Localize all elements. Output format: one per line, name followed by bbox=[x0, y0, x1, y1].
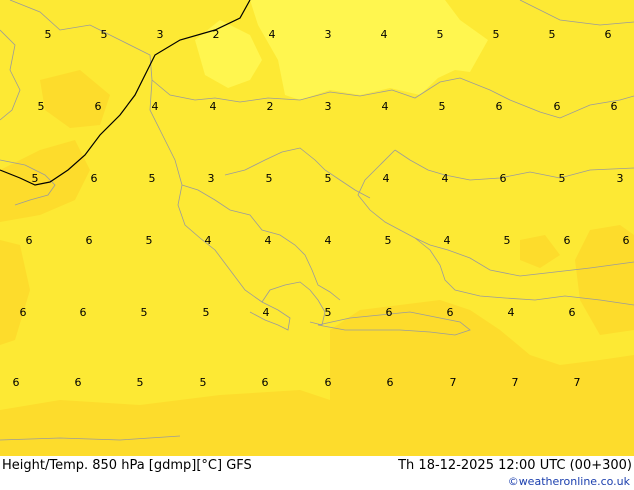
grid-value: 5 bbox=[146, 234, 153, 247]
grid-value: 6 bbox=[386, 306, 393, 319]
grid-value: 6 bbox=[80, 306, 87, 319]
grid-value: 4 bbox=[325, 234, 332, 247]
map-footer: Height/Temp. 850 hPa [gdmp][°C] GFS Th 1… bbox=[0, 456, 634, 490]
grid-value: 6 bbox=[500, 172, 507, 185]
grid-value: 6 bbox=[569, 306, 576, 319]
grid-value: 5 bbox=[559, 172, 566, 185]
grid-value: 4 bbox=[263, 306, 270, 319]
grid-value: 5 bbox=[141, 306, 148, 319]
grid-value: 6 bbox=[26, 234, 33, 247]
site-credit[interactable]: ©weatheronline.co.uk bbox=[508, 475, 630, 488]
grid-value: 6 bbox=[325, 376, 332, 389]
grid-value: 6 bbox=[20, 306, 27, 319]
grid-value: 7 bbox=[512, 376, 519, 389]
grid-value: 6 bbox=[86, 234, 93, 247]
grid-value: 4 bbox=[152, 100, 159, 113]
grid-value: 7 bbox=[574, 376, 581, 389]
grid-value: 6 bbox=[605, 28, 612, 41]
grid-value: 3 bbox=[325, 100, 332, 113]
grid-value: 6 bbox=[554, 100, 561, 113]
grid-value: 3 bbox=[325, 28, 332, 41]
grid-value: 5 bbox=[504, 234, 511, 247]
grid-value: 5 bbox=[266, 172, 273, 185]
grid-value: 2 bbox=[267, 100, 274, 113]
grid-value: 7 bbox=[450, 376, 457, 389]
grid-value: 4 bbox=[508, 306, 515, 319]
grid-value: 3 bbox=[157, 28, 164, 41]
grid-value: 6 bbox=[262, 376, 269, 389]
grid-value: 4 bbox=[205, 234, 212, 247]
grid-value: 6 bbox=[75, 376, 82, 389]
grid-value: 6 bbox=[623, 234, 630, 247]
grid-value: 4 bbox=[265, 234, 272, 247]
grid-value: 5 bbox=[203, 306, 210, 319]
grid-value: 6 bbox=[95, 100, 102, 113]
grid-value: 5 bbox=[45, 28, 52, 41]
grid-value: 4 bbox=[442, 172, 449, 185]
grid-value: 3 bbox=[208, 172, 215, 185]
grid-value: 5 bbox=[325, 306, 332, 319]
map-title: Height/Temp. 850 hPa [gdmp][°C] GFS bbox=[2, 458, 252, 473]
grid-value: 6 bbox=[91, 172, 98, 185]
grid-value: 6 bbox=[13, 376, 20, 389]
grid-value: 2 bbox=[213, 28, 220, 41]
grid-value: 5 bbox=[493, 28, 500, 41]
grid-value: 5 bbox=[325, 172, 332, 185]
forecast-datetime: Th 18-12-2025 12:00 UTC (00+300) bbox=[398, 458, 632, 473]
grid-value: 6 bbox=[447, 306, 454, 319]
grid-value: 6 bbox=[387, 376, 394, 389]
grid-value: 4 bbox=[382, 100, 389, 113]
grid-value: 5 bbox=[32, 172, 39, 185]
grid-value: 6 bbox=[564, 234, 571, 247]
grid-value: 4 bbox=[269, 28, 276, 41]
grid-value: 5 bbox=[200, 376, 207, 389]
grid-value: 4 bbox=[210, 100, 217, 113]
grid-value: 4 bbox=[381, 28, 388, 41]
grid-value: 5 bbox=[439, 100, 446, 113]
grid-value: 5 bbox=[437, 28, 444, 41]
grid-value: 4 bbox=[383, 172, 390, 185]
grid-value: 6 bbox=[496, 100, 503, 113]
grid-value: 5 bbox=[385, 234, 392, 247]
grid-value: 6 bbox=[611, 100, 618, 113]
grid-value: 5 bbox=[38, 100, 45, 113]
grid-value: 4 bbox=[444, 234, 451, 247]
grid-value: 3 bbox=[617, 172, 624, 185]
grid-value: 5 bbox=[549, 28, 556, 41]
grid-value: 5 bbox=[137, 376, 144, 389]
grid-value: 5 bbox=[149, 172, 156, 185]
grid-value: 5 bbox=[101, 28, 108, 41]
weather-map: 5 5 3 2 4 3 4 5 5 5 6 5 6 4 4 2 3 4 5 6 6 6 5 6 5 3 5 5 4 4 6 5 3 6 6 5 4 4 4 5… bbox=[0, 0, 634, 490]
